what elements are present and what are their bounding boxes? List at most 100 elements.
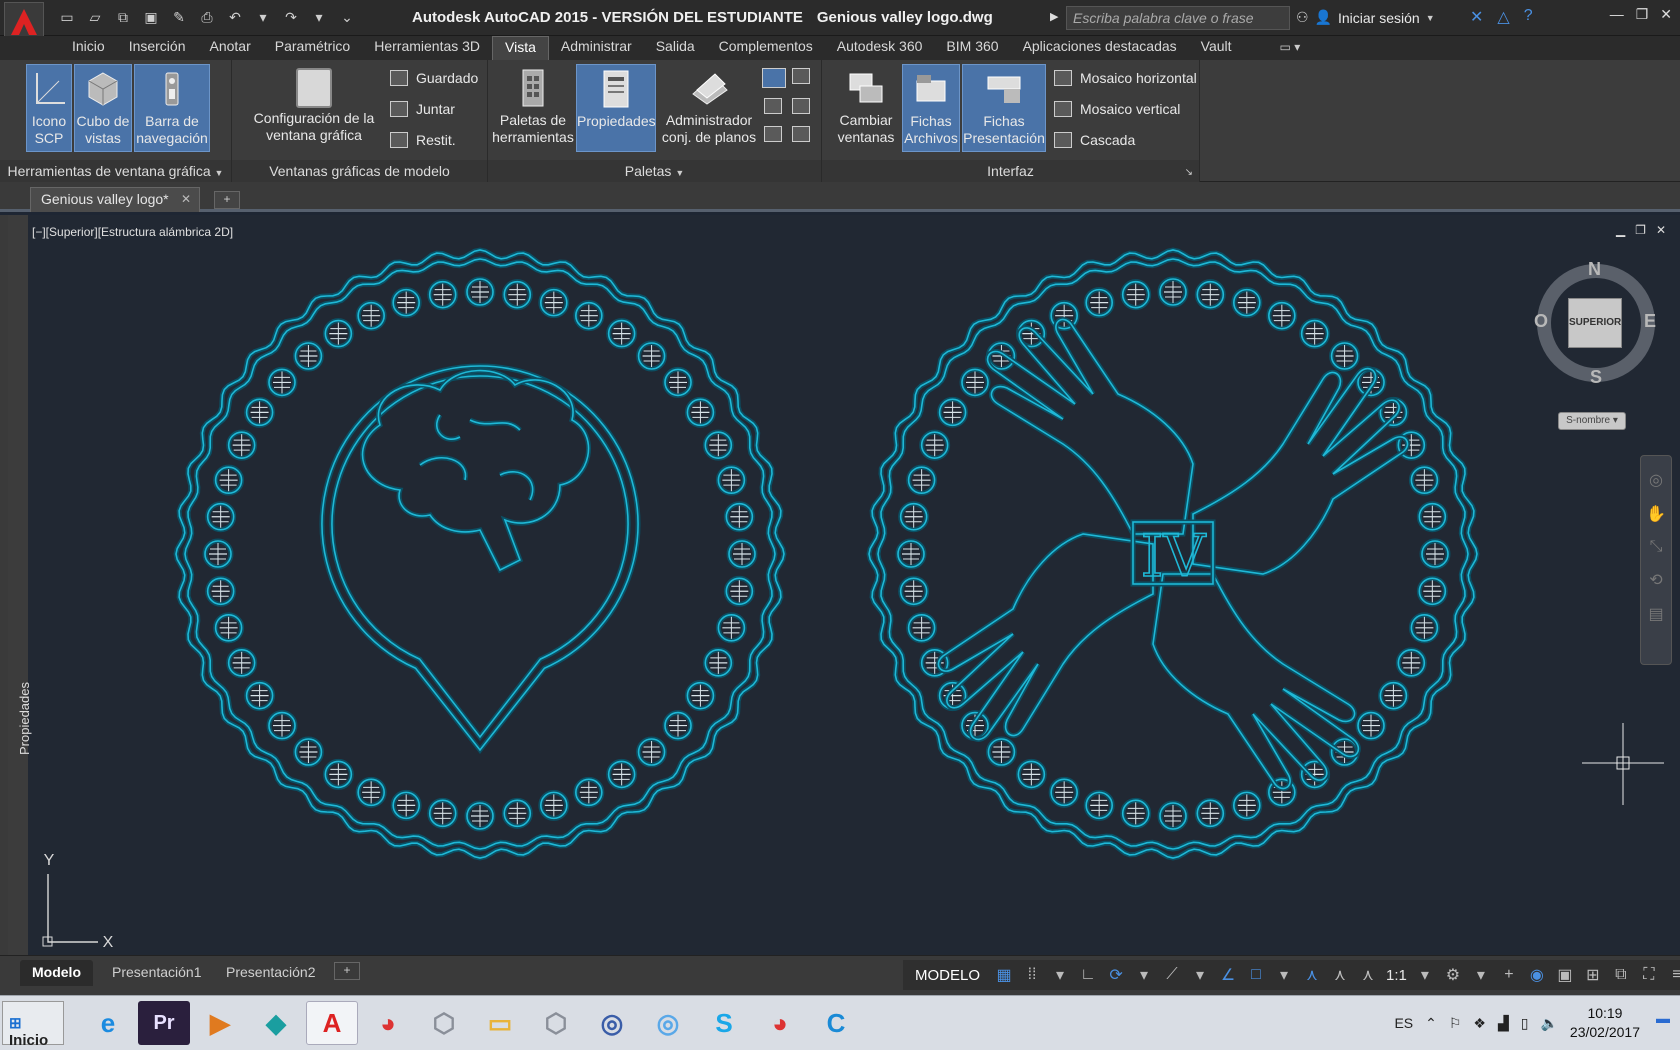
- scale-dropdown-icon[interactable]: ▾: [1415, 965, 1435, 985]
- object-snap-dropdown-icon[interactable]: ▾: [1274, 965, 1294, 985]
- 3ds-max-icon[interactable]: ◆: [250, 1001, 302, 1045]
- tab-bim-360[interactable]: BIM 360: [934, 36, 1010, 60]
- open-web-icon[interactable]: ⧉: [112, 6, 134, 28]
- viewport-restore-icon[interactable]: ❐: [1635, 223, 1646, 237]
- compass-south[interactable]: S: [1590, 367, 1602, 388]
- signin-button[interactable]: ⚇ 👤 Iniciar sesión ▼: [1296, 9, 1435, 26]
- tab-inicio[interactable]: Inicio: [60, 36, 117, 60]
- properties-button[interactable]: Propiedades: [576, 64, 656, 152]
- snap-dropdown-icon[interactable]: ▾: [1050, 965, 1070, 985]
- search-input[interactable]: Escriba palabra clave o frase: [1066, 6, 1290, 30]
- annotation-scale-value[interactable]: 1:1: [1386, 967, 1407, 984]
- clock[interactable]: 10:19 23/02/2017: [1570, 1004, 1640, 1042]
- chrome-2-icon[interactable]: ◕: [754, 1001, 806, 1045]
- tab-parametrico[interactable]: Paramétrico: [263, 36, 362, 60]
- polar-dropdown-icon[interactable]: ▾: [1134, 965, 1154, 985]
- panel-title-palettes[interactable]: Paletas ▼: [488, 160, 821, 182]
- showmotion-icon[interactable]: ▤: [1641, 604, 1671, 624]
- app-c-icon[interactable]: C: [810, 1001, 862, 1045]
- workspace-dropdown-icon[interactable]: ▾: [1471, 965, 1491, 985]
- app-ring-icon[interactable]: ◎: [586, 1001, 638, 1045]
- annotation-scale-icon[interactable]: ⋏: [1358, 965, 1378, 985]
- start-button[interactable]: ⊞ Inicio: [2, 1001, 64, 1049]
- close-tab-icon[interactable]: ✕: [181, 192, 191, 206]
- palette-dbconnect-icon[interactable]: [792, 68, 810, 84]
- tab-autodesk-360[interactable]: Autodesk 360: [825, 36, 935, 60]
- tab-insercion[interactable]: Inserción: [117, 36, 198, 60]
- save-icon[interactable]: ▣: [140, 6, 162, 28]
- tool-palettes-button[interactable]: Paletas de herramientas: [492, 64, 574, 152]
- palettes-dropdown-icon[interactable]: ▼: [675, 168, 684, 178]
- help-icon[interactable]: ?: [1524, 7, 1533, 27]
- tab-vista[interactable]: Vista: [492, 36, 549, 60]
- add-layout-button[interactable]: +: [334, 962, 360, 980]
- a360-icon[interactable]: △: [1497, 7, 1509, 27]
- sheetset-manager-button[interactable]: Administrador conj. de planos: [660, 64, 758, 152]
- language-indicator[interactable]: ES: [1394, 1015, 1413, 1031]
- isodraft-dropdown-icon[interactable]: ▾: [1190, 965, 1210, 985]
- tab-model[interactable]: Modelo: [20, 960, 93, 986]
- new-icon[interactable]: ▭: [56, 6, 78, 28]
- switch-windows-button[interactable]: Cambiar ventanas: [828, 64, 904, 152]
- skype-icon[interactable]: S: [698, 1001, 750, 1045]
- search-expand-icon[interactable]: ▶: [1050, 10, 1058, 23]
- compass-east[interactable]: E: [1644, 311, 1656, 332]
- pan-icon[interactable]: ✋: [1641, 504, 1671, 524]
- isodraft-icon[interactable]: ⟋: [1162, 966, 1182, 984]
- flag-icon[interactable]: ⚐: [1449, 1015, 1462, 1032]
- grid-icon[interactable]: ▦: [994, 965, 1014, 985]
- exchange-apps-icon[interactable]: ✕: [1470, 7, 1483, 27]
- tab-presentacion1[interactable]: Presentación1: [100, 960, 214, 986]
- ortho-icon[interactable]: ∟: [1078, 966, 1098, 984]
- snap-icon[interactable]: ⁞⁞: [1022, 966, 1042, 984]
- model-space-toggle[interactable]: MODELO: [909, 967, 986, 984]
- workspace-gear-icon[interactable]: ⚙: [1443, 965, 1463, 985]
- ribbon-minimize-icon[interactable]: ▭ ▾: [1280, 36, 1301, 60]
- compass-west[interactable]: O: [1534, 311, 1548, 332]
- viewcube-button[interactable]: Cubo de vistas: [74, 64, 132, 152]
- quick-properties-icon[interactable]: ▣: [1555, 965, 1575, 985]
- viewcube[interactable]: N S E O SUPERIOR: [1534, 259, 1658, 388]
- viewport-close-icon[interactable]: ✕: [1656, 223, 1666, 237]
- annotation-monitor-icon[interactable]: +: [1499, 966, 1519, 984]
- isolate-objects-icon[interactable]: ⧉: [1611, 966, 1631, 984]
- tray-expand-icon[interactable]: ⌃: [1425, 1015, 1437, 1032]
- app-3d-2-icon[interactable]: ⬡: [530, 1001, 582, 1045]
- palette-toolbox-icon[interactable]: [792, 126, 810, 142]
- redo-dropdown-icon[interactable]: ▾: [308, 6, 330, 28]
- open-icon[interactable]: ▱: [84, 6, 106, 28]
- join-viewports-button[interactable]: Juntar: [390, 101, 455, 117]
- ucs-icon-button[interactable]: Icono SCP: [26, 64, 72, 152]
- app-3d-icon[interactable]: ⬡: [418, 1001, 470, 1045]
- viewport-config-button[interactable]: Configuración de la ventana gráfica: [244, 64, 384, 152]
- chrome-icon[interactable]: ◕: [362, 1001, 414, 1045]
- undo-icon[interactable]: ↶: [224, 6, 246, 28]
- panel-title-viewport-tools[interactable]: Herramientas de ventana gráfica ▼: [0, 160, 231, 182]
- tab-presentacion2[interactable]: Presentación2: [214, 960, 328, 986]
- compass-north[interactable]: N: [1588, 259, 1601, 280]
- annotation-visibility-icon[interactable]: ⋏: [1302, 965, 1322, 985]
- lock-ui-icon[interactable]: ⊞: [1583, 965, 1603, 985]
- panel-dropdown-icon[interactable]: ▼: [215, 168, 224, 178]
- polar-icon[interactable]: ⟳: [1106, 965, 1126, 985]
- dropbox-icon[interactable]: ❖: [1473, 1015, 1486, 1032]
- layout-tabs-button[interactable]: Fichas Presentación: [962, 64, 1046, 152]
- object-snap-tracking-icon[interactable]: ∠: [1218, 965, 1238, 985]
- viewcube-face[interactable]: SUPERIOR: [1568, 298, 1622, 348]
- restore-icon[interactable]: ❐: [1636, 6, 1649, 23]
- tile-vertical-button[interactable]: Mosaico vertical: [1054, 101, 1180, 117]
- object-snap-icon[interactable]: □: [1246, 966, 1266, 984]
- palette-layers-icon[interactable]: [764, 126, 782, 142]
- drawing-canvas[interactable]: IV Y X: [0, 215, 1680, 955]
- file-explorer-icon[interactable]: ▭: [474, 1001, 526, 1045]
- tab-anotar[interactable]: Anotar: [198, 36, 263, 60]
- internet-explorer-icon[interactable]: e: [82, 1001, 134, 1045]
- tab-vault[interactable]: Vault: [1189, 36, 1244, 60]
- tab-herramientas-3d[interactable]: Herramientas 3D: [362, 36, 492, 60]
- save-as-icon[interactable]: ✎: [168, 6, 190, 28]
- fullscreen-icon[interactable]: ⛶: [1639, 966, 1659, 984]
- saved-viewports-button[interactable]: Guardado: [390, 70, 478, 86]
- auto-scale-icon[interactable]: ⋏: [1330, 965, 1350, 985]
- binoculars-icon[interactable]: ⚇: [1296, 9, 1309, 26]
- palette-markup-icon[interactable]: [762, 68, 786, 88]
